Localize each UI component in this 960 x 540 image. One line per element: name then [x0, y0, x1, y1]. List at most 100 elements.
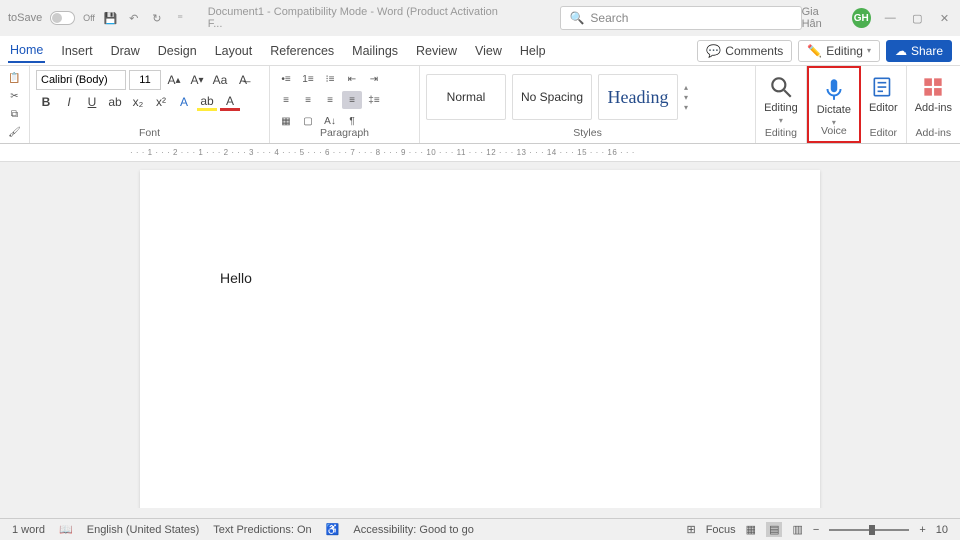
- style-no-spacing[interactable]: No Spacing: [512, 74, 592, 120]
- web-layout-icon[interactable]: ▥: [792, 523, 802, 536]
- styles-group: Normal No Spacing Heading ▴ ▾ ▾ Styles: [420, 66, 756, 143]
- print-layout-icon[interactable]: ▤: [766, 522, 782, 537]
- dictate-label: Dictate: [817, 104, 851, 116]
- document-body[interactable]: Hello: [140, 170, 820, 387]
- font-family-select[interactable]: [36, 70, 126, 90]
- font-color-icon[interactable]: A: [220, 93, 240, 111]
- strikethrough-button[interactable]: ab: [105, 93, 125, 111]
- tab-insert[interactable]: Insert: [59, 40, 94, 62]
- zoom-out-icon[interactable]: −: [813, 524, 819, 536]
- qat-dropdown-icon[interactable]: ⁼: [173, 10, 188, 26]
- format-painter-icon[interactable]: 🖌: [6, 124, 24, 140]
- display-settings-icon[interactable]: ⊞: [686, 523, 695, 536]
- search-input[interactable]: 🔍 Search: [560, 6, 801, 30]
- editing-group-label: Editing: [756, 125, 806, 141]
- word-count[interactable]: 1 word: [12, 524, 45, 536]
- editor-group-label: Editor: [861, 125, 906, 141]
- editing-button[interactable]: Editing ▾: [764, 70, 798, 125]
- align-left-icon[interactable]: ≡: [276, 91, 296, 109]
- comments-button[interactable]: 💬 Comments: [697, 40, 792, 62]
- tab-view[interactable]: View: [473, 40, 504, 62]
- paste-icon[interactable]: 📋: [6, 70, 24, 86]
- tab-review[interactable]: Review: [414, 40, 459, 62]
- dictate-button[interactable]: Dictate ▾: [817, 72, 851, 127]
- addins-button[interactable]: Add-ins: [915, 70, 952, 114]
- numbering-icon[interactable]: 1≡: [298, 70, 318, 88]
- copy-icon[interactable]: ⧉: [6, 106, 24, 122]
- tab-home[interactable]: Home: [8, 39, 45, 63]
- editing-group: Editing ▾ Editing: [756, 66, 807, 143]
- superscript-button[interactable]: x²: [151, 93, 171, 111]
- shrink-font-icon[interactable]: A▾: [187, 71, 207, 89]
- editor-group: Editor Editor: [861, 66, 907, 143]
- ribbon-tabs: Home Insert Draw Design Layout Reference…: [0, 36, 960, 66]
- close-icon[interactable]: ✕: [937, 10, 952, 26]
- save-icon[interactable]: 💾: [103, 10, 118, 26]
- horizontal-ruler[interactable]: · · · 1 · · · 2 · · · 1 · · · 2 · · · 3 …: [0, 144, 960, 162]
- tab-mailings[interactable]: Mailings: [350, 40, 400, 62]
- autosave-state: Off: [83, 13, 95, 23]
- style-normal[interactable]: Normal: [426, 74, 506, 120]
- comments-label: Comments: [725, 44, 783, 58]
- font-size-select[interactable]: [129, 70, 161, 90]
- align-center-icon[interactable]: ≡: [298, 91, 318, 109]
- minimize-icon[interactable]: —: [883, 10, 898, 26]
- autosave-toggle[interactable]: [50, 11, 75, 25]
- increase-indent-icon[interactable]: ⇥: [364, 70, 384, 88]
- addins-label: Add-ins: [915, 102, 952, 114]
- share-button[interactable]: ☁ Share: [886, 40, 952, 62]
- change-case-icon[interactable]: Aa: [210, 71, 230, 89]
- clear-format-icon[interactable]: A̶: [233, 71, 253, 89]
- zoom-slider[interactable]: [829, 529, 909, 531]
- cut-icon[interactable]: ✂: [6, 88, 24, 104]
- clipboard-group: 📋 ✂ ⧉ 🖌: [0, 66, 30, 143]
- redo-icon[interactable]: ↻: [149, 10, 164, 26]
- addins-group-label: Add-ins: [907, 125, 960, 141]
- tab-help[interactable]: Help: [518, 40, 548, 62]
- restore-icon[interactable]: ▢: [910, 10, 925, 26]
- multilevel-icon[interactable]: ⁝≡: [320, 70, 340, 88]
- align-right-icon[interactable]: ≡: [320, 91, 340, 109]
- italic-button[interactable]: I: [59, 93, 79, 111]
- editing-label: Editing: [826, 44, 863, 58]
- line-spacing-icon[interactable]: ‡≡: [364, 91, 384, 109]
- spellcheck-icon[interactable]: 📖: [59, 523, 73, 536]
- paragraph-group: •≡ 1≡ ⁝≡ ⇤ ⇥ ≡ ≡ ≡ ≡ ‡≡ ▦ ▢ A↓ ¶ Paragra…: [270, 66, 420, 143]
- tab-design[interactable]: Design: [156, 40, 199, 62]
- paragraph-group-label: Paragraph: [270, 125, 419, 141]
- accessibility-icon: ♿: [326, 523, 340, 536]
- editing-mode-button[interactable]: ✏️ Editing ▾: [798, 40, 880, 62]
- zoom-in-icon[interactable]: +: [919, 524, 925, 536]
- styles-more-icon[interactable]: ▾: [684, 103, 688, 112]
- ribbon: 📋 ✂ ⧉ 🖌 A▴ A▾ Aa A̶ B I U ab x₂ x² A ab …: [0, 66, 960, 144]
- underline-button[interactable]: U: [82, 93, 102, 111]
- align-justify-icon[interactable]: ≡: [342, 91, 362, 109]
- undo-icon[interactable]: ↶: [126, 10, 141, 26]
- editor-button[interactable]: Editor: [869, 70, 898, 114]
- highlight-icon[interactable]: ab: [197, 93, 217, 111]
- styles-down-icon[interactable]: ▾: [684, 93, 688, 102]
- document-page[interactable]: Hello: [140, 170, 820, 508]
- bold-button[interactable]: B: [36, 93, 56, 111]
- body-text: Hello: [220, 270, 252, 286]
- tab-draw[interactable]: Draw: [109, 40, 142, 62]
- accessibility-status[interactable]: Accessibility: Good to go: [353, 524, 473, 536]
- subscript-button[interactable]: x₂: [128, 93, 148, 111]
- read-mode-icon[interactable]: ▦: [746, 523, 756, 536]
- text-predictions-status[interactable]: Text Predictions: On: [213, 524, 311, 536]
- text-effects-icon[interactable]: A: [174, 93, 194, 111]
- user-avatar[interactable]: GH: [852, 8, 871, 28]
- document-canvas: Hello: [0, 162, 960, 508]
- editing-btn-label: Editing: [764, 102, 798, 114]
- focus-mode[interactable]: Focus: [706, 524, 736, 536]
- zoom-level[interactable]: 10: [936, 524, 948, 536]
- decrease-indent-icon[interactable]: ⇤: [342, 70, 362, 88]
- tab-layout[interactable]: Layout: [213, 40, 255, 62]
- language-status[interactable]: English (United States): [87, 524, 200, 536]
- search-icon: 🔍: [569, 11, 584, 25]
- bullets-icon[interactable]: •≡: [276, 70, 296, 88]
- styles-up-icon[interactable]: ▴: [684, 83, 688, 92]
- tab-references[interactable]: References: [268, 40, 336, 62]
- grow-font-icon[interactable]: A▴: [164, 71, 184, 89]
- style-heading1[interactable]: Heading: [598, 74, 678, 120]
